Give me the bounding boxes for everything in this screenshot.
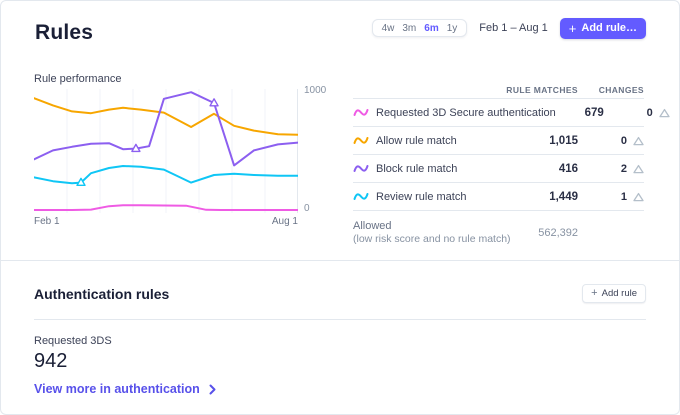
requested-3ds-value: 942 <box>34 350 68 372</box>
change-triangle-icon <box>659 108 670 117</box>
rule-name: Block rule match <box>376 162 458 175</box>
range-option-6m[interactable]: 6m <box>424 23 438 34</box>
col-rule-matches: RULE MATCHES <box>506 84 578 95</box>
rule-name: Allow rule match <box>376 134 457 147</box>
rule-performance-chart <box>33 89 299 213</box>
section-divider <box>1 260 679 261</box>
rule-row[interactable]: Allow rule match 1,015 0 <box>353 127 644 155</box>
range-option-3m[interactable]: 3m <box>402 23 416 34</box>
time-range-selector: 4w 3m 6m 1y <box>371 19 468 37</box>
plus-icon: + <box>591 287 598 299</box>
series-line-icon <box>353 165 369 172</box>
auth-add-rule-button[interactable]: + Add rule <box>582 284 646 303</box>
chevron-right-icon <box>209 384 216 394</box>
rule-change-marker <box>209 98 219 107</box>
y-axis-min-label: 0 <box>304 203 310 214</box>
rule-matches-value: 416 <box>558 162 578 175</box>
auth-divider <box>34 319 646 320</box>
allowed-label: Allowed <box>353 220 392 232</box>
x-axis-end-label: Aug 1 <box>271 216 298 227</box>
change-triangle-icon <box>633 192 644 201</box>
y-axis-max-label: 1000 <box>304 85 327 96</box>
change-triangle-icon <box>633 136 644 145</box>
rule-changes-value: 0 <box>646 106 653 119</box>
page-title: Rules <box>35 21 94 44</box>
rule-row[interactable]: Requested 3D Secure authentication 679 0 <box>353 99 670 127</box>
rule-matches-value: 679 <box>584 106 604 119</box>
chart-svg <box>33 89 299 213</box>
allowed-value: 562,392 <box>538 226 578 239</box>
rule-row[interactable]: Block rule match 416 2 <box>353 155 644 183</box>
plus-icon: + <box>568 20 577 36</box>
table-header-row: RULE MATCHES CHANGES <box>353 81 644 99</box>
rule-row[interactable]: Review rule match 1,449 1 <box>353 183 644 211</box>
series-line-icon <box>353 109 369 116</box>
rule-stats-table: RULE MATCHES CHANGES Requested 3D Secure… <box>353 81 670 257</box>
col-changes: CHANGES <box>598 84 644 95</box>
radar-rules-page: Rules 4w 3m 6m 1y Feb 1 – Aug 1 + Add rule…… <box>0 0 680 415</box>
add-rule-button-label: Add rule… <box>581 22 637 34</box>
view-more-authentication-link[interactable]: View more in authentication <box>34 382 216 396</box>
rule-name: Review rule match <box>376 190 467 203</box>
requested-3ds-label: Requested 3DS <box>34 335 112 347</box>
rule-matches-value: 1,015 <box>549 134 578 147</box>
view-more-label: View more in authentication <box>34 382 200 396</box>
auth-add-rule-label: Add rule <box>601 288 637 299</box>
rule-matches-value: 1,449 <box>549 190 578 203</box>
add-rule-button[interactable]: + Add rule… <box>559 17 646 39</box>
series-line-icon <box>353 137 369 144</box>
change-triangle-icon <box>633 164 644 173</box>
chart-title: Rule performance <box>34 73 122 85</box>
rule-name: Requested 3D Secure authentication <box>376 106 556 119</box>
x-axis-start-label: Feb 1 <box>34 216 60 227</box>
header-controls: 4w 3m 6m 1y Feb 1 – Aug 1 + Add rule… <box>371 16 646 40</box>
rule-changes-value: 1 <box>620 190 627 203</box>
allowed-summary-row: Allowed (low risk score and no rule matc… <box>353 211 644 257</box>
rule-changes-value: 2 <box>620 162 627 175</box>
range-option-4w[interactable]: 4w <box>382 23 395 34</box>
series-line-icon <box>353 193 369 200</box>
auth-section-title: Authentication rules <box>34 286 170 302</box>
date-range-label: Feb 1 – Aug 1 <box>479 22 548 34</box>
allowed-sublabel: (low risk score and no rule match) <box>353 233 511 246</box>
rule-changes-value: 0 <box>620 134 627 147</box>
range-option-1y[interactable]: 1y <box>447 23 458 34</box>
